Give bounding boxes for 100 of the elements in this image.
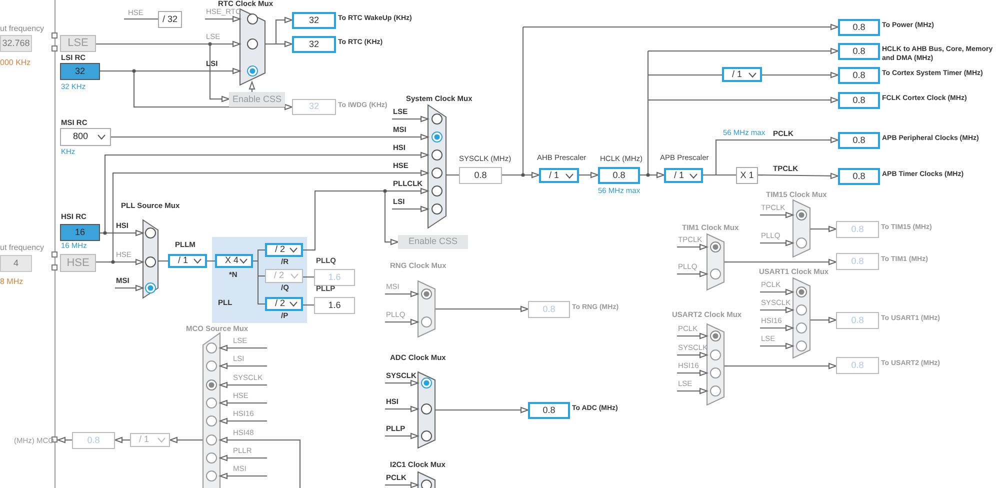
signal-arrow xyxy=(676,352,708,358)
signal-arrow xyxy=(170,436,204,443)
signal-arrow xyxy=(220,344,268,351)
pin xyxy=(52,264,58,270)
pin xyxy=(52,46,58,52)
prescaler-dropdown[interactable]: / 1 xyxy=(722,67,762,82)
signal-arrow xyxy=(760,307,794,314)
chevron-icon xyxy=(193,258,202,264)
radio-button[interactable] xyxy=(421,480,432,488)
signal-line xyxy=(446,174,460,176)
signal-arrow xyxy=(676,370,708,376)
signal-arrow xyxy=(220,400,268,406)
frequency-field[interactable]: 0.8 xyxy=(838,67,880,84)
signal-line xyxy=(302,276,314,278)
signal-line xyxy=(702,174,736,176)
oscillator-value: 32 xyxy=(60,63,100,80)
signal-arrow xyxy=(204,16,240,22)
prescaler-dropdown[interactable]: / 1 xyxy=(168,254,207,268)
signal-arrow xyxy=(760,343,794,350)
prescaler-dropdown[interactable]: / 1 xyxy=(664,168,703,183)
chevron-icon xyxy=(289,301,298,307)
chevron-icon xyxy=(689,172,698,178)
signal-arrow xyxy=(578,172,598,178)
frequency-field[interactable]: 32 xyxy=(292,12,336,29)
chevron-icon xyxy=(289,247,298,253)
pin xyxy=(52,32,58,38)
chevron-icon xyxy=(290,273,299,279)
signal-arrow xyxy=(220,362,268,369)
radio-button[interactable] xyxy=(247,14,258,24)
signal-arrow xyxy=(392,170,428,176)
signal-arrow xyxy=(384,380,418,386)
prescaler-dropdown[interactable]: / 2 xyxy=(265,243,303,257)
signal-arrow xyxy=(384,291,418,298)
prescaler-box: X 1 xyxy=(736,167,758,184)
chevron-icon xyxy=(239,258,248,264)
signal-arrow xyxy=(760,212,794,218)
signal-arrow xyxy=(114,285,144,292)
input-frequency-label: ut frequency xyxy=(0,25,44,33)
chevron-icon xyxy=(97,134,106,140)
signal-arrow xyxy=(114,436,130,443)
prescaler-dropdown[interactable]: / 1 xyxy=(539,168,579,183)
junction-dot xyxy=(383,189,387,193)
prescaler-dropdown[interactable]: X 4 xyxy=(215,254,253,268)
signal-arrow xyxy=(676,271,708,278)
junction-dot xyxy=(111,260,115,264)
signal-arrow xyxy=(58,436,72,443)
chevron-icon xyxy=(748,72,757,78)
frequency-field[interactable]: 0.8 xyxy=(528,402,570,419)
signal-arrow xyxy=(676,333,708,340)
frequency-field[interactable]: 0.8 xyxy=(838,132,880,149)
oscillator-value: 16 xyxy=(60,224,100,241)
signal-arrow xyxy=(384,433,418,440)
signal-arrow xyxy=(392,152,428,158)
signal-line xyxy=(266,440,300,488)
signal-arrow xyxy=(384,482,418,488)
frequency-field[interactable]: 0.8 xyxy=(838,19,880,36)
pin xyxy=(52,252,58,258)
frequency-field[interactable]: 0.8 xyxy=(598,167,640,184)
frequency-field[interactable]: 0.8 xyxy=(459,167,502,184)
frequency-range: 000 KHz xyxy=(0,59,31,67)
signal-arrow xyxy=(676,244,708,250)
signal-arrow xyxy=(392,116,428,122)
frequency-dropdown[interactable]: 800 xyxy=(60,128,111,146)
signal-arrow xyxy=(640,172,664,178)
signal-arrow xyxy=(220,472,268,479)
signal-arrow xyxy=(810,226,836,232)
signal-arrow xyxy=(760,240,794,246)
frequency-field[interactable]: 32 xyxy=(292,36,336,53)
signal-arrow xyxy=(392,134,428,140)
signal-arrow xyxy=(676,388,708,394)
prescaler-dropdown[interactable]: / 2 xyxy=(265,297,303,311)
junction-dot xyxy=(132,69,136,73)
signal-arrow xyxy=(220,418,268,424)
signal-line xyxy=(302,304,314,306)
junction-dot xyxy=(646,173,650,177)
radio-button[interactable] xyxy=(145,282,156,294)
prescaler-box: / 32 xyxy=(158,11,182,28)
signal-arrow xyxy=(760,289,794,296)
signal-arrow xyxy=(810,317,836,324)
frequency-field[interactable]: 1.6 xyxy=(314,297,355,314)
signal-arrow xyxy=(220,454,268,461)
signal-line xyxy=(124,18,158,20)
signal-arrow xyxy=(114,259,144,266)
signal-arrow xyxy=(502,172,540,178)
frequency-field[interactable]: 0.8 xyxy=(838,168,880,185)
signal-arrow xyxy=(760,325,794,332)
signal-arrow xyxy=(220,382,268,388)
frequency-field[interactable]: 0.8 xyxy=(838,92,880,109)
frequency-range: 8 MHz xyxy=(0,278,24,286)
input-frequency-field[interactable]: 4 xyxy=(0,255,32,272)
junction-dot xyxy=(208,42,212,46)
input-frequency-label: ut frequency xyxy=(0,244,44,252)
chevron-icon xyxy=(565,172,574,178)
junction-dot xyxy=(521,173,525,177)
input-frequency-field[interactable]: 32.768 xyxy=(0,35,32,52)
junction-dot xyxy=(103,231,107,235)
signal-arrow xyxy=(220,436,268,443)
signal-arrow xyxy=(114,230,144,236)
frequency-field[interactable]: 0.8 xyxy=(838,43,880,60)
signal-arrow xyxy=(384,406,418,412)
